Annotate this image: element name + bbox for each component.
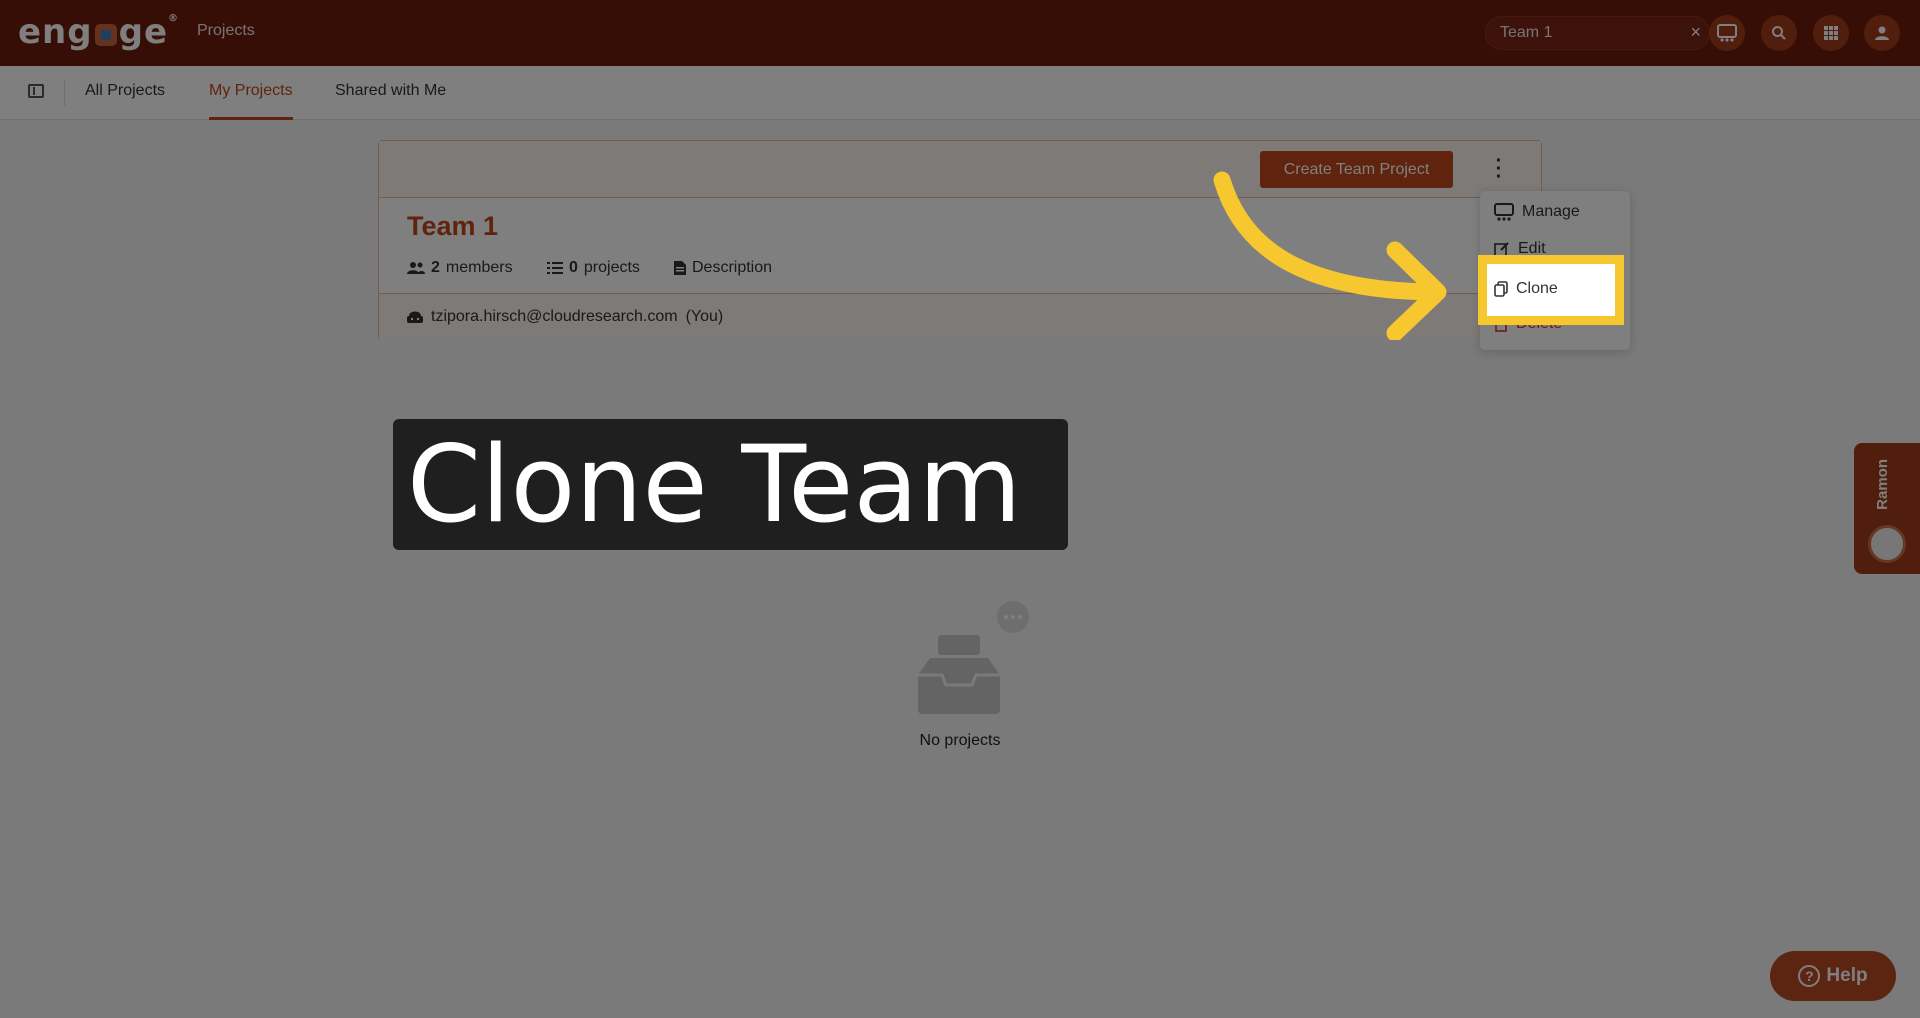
- annotation-arrow: [1213, 171, 1447, 340]
- step-caption: Clone Team: [393, 419, 1068, 550]
- clone-highlight: Clone: [1478, 255, 1624, 325]
- menu-item-clone[interactable]: Clone: [1494, 280, 1558, 298]
- copy-icon: [1494, 281, 1508, 297]
- menu-item-clone-label: Clone: [1516, 280, 1558, 297]
